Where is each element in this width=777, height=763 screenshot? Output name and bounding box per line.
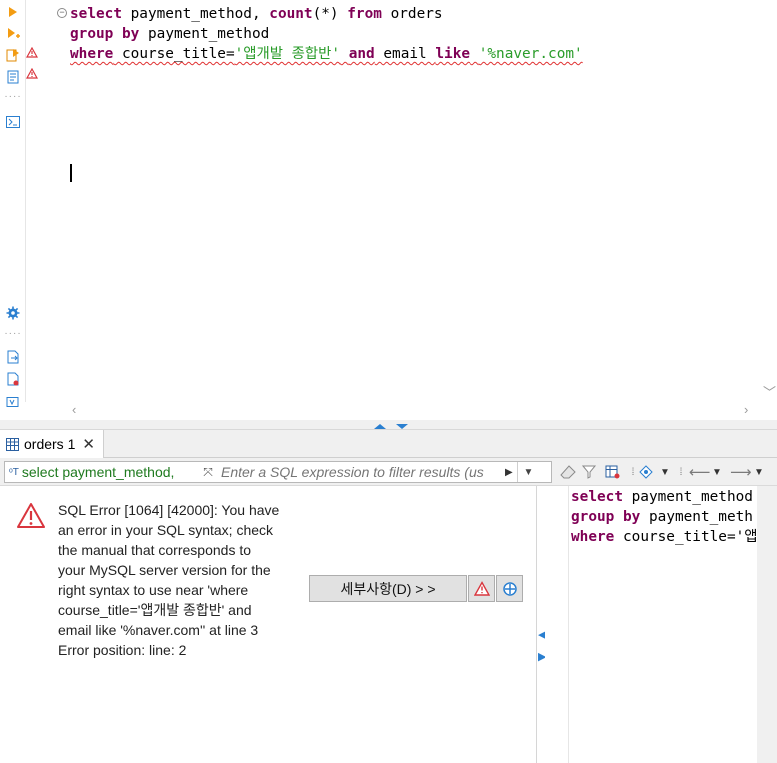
- tab-label: orders 1: [24, 436, 76, 452]
- query-chip-text: select payment_method,: [21, 464, 175, 480]
- variables-icon[interactable]: [4, 393, 22, 411]
- error-message-line: Error position: line: 2: [58, 642, 187, 658]
- fold-collapse-icon[interactable]: −: [57, 8, 67, 18]
- pane-divider[interactable]: [537, 486, 545, 763]
- code-line: group by payment_method: [70, 26, 270, 42]
- error-panel: SQL Error [1064] [42000]: You have an err…: [0, 486, 537, 763]
- explain-plan-icon[interactable]: [4, 68, 22, 86]
- back-arrow-icon[interactable]: ⟵: [689, 463, 711, 481]
- error-message-line: email like '%naver.com'' at line 3: [58, 622, 259, 638]
- splitter-arrows-icon[interactable]: [372, 422, 412, 430]
- filter-field: ᵒT select payment_method, ⤧ ▶ ▼: [4, 461, 552, 483]
- expand-icon[interactable]: ⤧: [199, 465, 217, 480]
- editor-horizontal-scrollbar[interactable]: ‹ ›: [68, 402, 760, 420]
- open-terminal-icon[interactable]: [4, 113, 22, 131]
- sql-code: select payment_method, count(*) from ord…: [68, 0, 760, 64]
- scroll-left-icon[interactable]: ‹: [72, 402, 76, 417]
- forward-arrow-icon[interactable]: ⟶: [730, 463, 752, 481]
- close-tab-icon[interactable]: ✕: [82, 435, 95, 453]
- show-error-log-button[interactable]: [468, 575, 495, 602]
- editor-side-toolbar: ···· ····: [0, 0, 26, 407]
- results-filter-bar: ᵒT select payment_method, ⤧ ▶ ▼ ⁞ ▼ ⁞ ⟵ …: [0, 458, 777, 486]
- filter-settings-icon[interactable]: [582, 463, 598, 481]
- table-filter-icon[interactable]: [605, 463, 621, 481]
- code-line: where course_title='앱: [571, 529, 757, 545]
- scroll-down-icon[interactable]: ﹀: [763, 382, 776, 401]
- toolbar-separator: ⁞: [679, 466, 683, 478]
- execute-statement-icon[interactable]: [4, 3, 22, 21]
- toolbar-separator: ····: [4, 91, 22, 102]
- error-message: SQL Error [1064] [42000]: You have an err…: [58, 500, 303, 660]
- active-query-chip[interactable]: ᵒT select payment_method,: [5, 464, 199, 480]
- eraser-icon[interactable]: [560, 463, 576, 481]
- results-tab-bar: orders 1 ✕: [0, 430, 777, 458]
- error-marker-icon[interactable]: [26, 47, 38, 58]
- scroll-right-icon[interactable]: ›: [744, 402, 748, 417]
- code-line: select payment_method, count(*) from ord…: [70, 6, 443, 22]
- execute-statement-new-tab-icon[interactable]: [4, 25, 22, 43]
- new-script-icon[interactable]: [4, 370, 22, 388]
- error-warning-icon: [17, 503, 45, 528]
- preview-gutter: [545, 486, 569, 763]
- chevron-down-icon[interactable]: ▼: [754, 463, 764, 481]
- chevron-down-icon[interactable]: ▼: [712, 463, 722, 481]
- text-cursor: [70, 164, 72, 182]
- tab-orders-1[interactable]: orders 1 ✕: [0, 430, 104, 458]
- filter-history-dropdown[interactable]: ▼: [517, 462, 539, 482]
- toolbar-separator: ⁞: [631, 466, 635, 478]
- error-message-line: SQL Error [1064] [42000]: You have: [58, 502, 280, 518]
- query-chip-icon: ᵒT: [9, 466, 19, 478]
- crosshair-icon: [502, 581, 517, 596]
- editor-gutter: [38, 0, 96, 402]
- chevron-down-icon[interactable]: ▼: [660, 463, 670, 481]
- error-message-line: an error in your SQL syntax; check: [58, 522, 274, 538]
- details-button[interactable]: 세부사항(D) > >: [309, 575, 467, 602]
- preview-code: select payment_methodgroup by payment_me…: [569, 486, 757, 547]
- warning-icon: [473, 581, 490, 596]
- editor-results-splitter[interactable]: [0, 420, 777, 430]
- locate-error-button[interactable]: [496, 575, 523, 602]
- settings-gear-icon[interactable]: [4, 304, 22, 322]
- error-message-line: course_title='앱개발 종합반' and: [58, 602, 252, 618]
- sql-editor[interactable]: select payment_method, count(*) from ord…: [68, 0, 760, 402]
- editor-vertical-scrollbar[interactable]: ﹀: [760, 0, 777, 402]
- failed-query-preview: select payment_methodgroup by payment_me…: [569, 486, 757, 763]
- apply-filter-icon[interactable]: ▶: [505, 467, 517, 478]
- code-line: group by payment_meth: [571, 509, 753, 525]
- refresh-settings-icon[interactable]: [639, 463, 655, 481]
- error-marker-icon[interactable]: [26, 68, 38, 79]
- toolbar-separator: ····: [4, 328, 22, 339]
- execute-script-icon[interactable]: [4, 46, 22, 64]
- code-line: select payment_method: [571, 489, 753, 505]
- export-icon[interactable]: [4, 348, 22, 366]
- filter-input[interactable]: [217, 464, 505, 480]
- code-line: where course_title='앱개발 종합반' and email l…: [70, 46, 583, 62]
- error-message-line: your MySQL server version for the: [58, 562, 271, 578]
- table-grid-icon: [6, 437, 19, 451]
- preview-scrollbar[interactable]: [757, 486, 777, 763]
- error-message-line: right syntax to use near 'where: [58, 582, 249, 598]
- error-message-line: the manual that corresponds to: [58, 542, 252, 558]
- annotation-ruler: [26, 0, 38, 402]
